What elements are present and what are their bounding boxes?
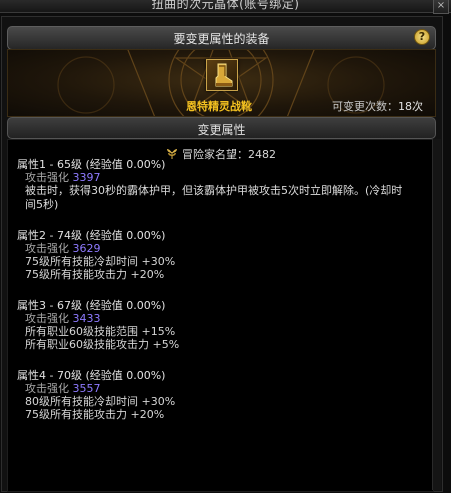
attack-value: 3433 [72,312,101,325]
attribute-line: 所有职业60级技能攻击力 +5% [25,338,180,351]
attack-value: 3397 [72,171,101,184]
attack-row: 攻击强化 3433 [17,312,417,325]
attribute-line: 被击时，获得30秒的霸体护甲，但该霸体护甲被攻击5次时立即解除。(冷却时间5秒) [25,184,403,211]
attribute-line: 所有职业60级技能范围 +15% [25,325,176,338]
attack-row: 攻击强化 3557 [17,382,417,395]
change-count-value: 18次 [398,100,423,113]
attribute-block-3: 属性3 - 67级 (经验值 0.00%) 攻击强化 3433 所有职业60级技… [17,299,417,351]
content-scrollbar[interactable] [432,139,441,490]
attribute-block-4: 属性4 - 70级 (经验值 0.00%) 攻击强化 3557 80级所有技能冷… [17,369,417,421]
attack-row: 攻击强化 3629 [17,242,417,255]
attribute-block-2: 属性2 - 74级 (经验值 0.00%) 攻击强化 3629 75级所有技能冷… [17,229,417,281]
attribute-block-1: 属性1 - 65级 (经验值 0.00%) 攻击强化 3397 被击时，获得30… [17,158,417,212]
attack-value: 3557 [72,382,101,395]
boots-icon[interactable] [206,59,238,91]
attack-value: 3629 [72,242,101,255]
attack-label: 攻击强化 [25,171,69,184]
attack-label: 攻击强化 [25,382,69,395]
change-count: 可变更次数：18次 [332,98,423,114]
attribute-line: 75级所有技能攻击力 +20% [25,408,165,421]
change-count-label: 可变更次数： [332,100,398,113]
window-titlebar: 扭曲的次元晶体(账号绑定) × [0,0,451,14]
attribute-line: 75级所有技能冷却时间 +30% [25,255,176,268]
item-name: 恩特精灵战靴 [186,100,252,113]
close-button[interactable]: × [433,0,449,14]
attack-label: 攻击强化 [25,312,69,325]
attribute-line: 80级所有技能冷却时间 +30% [25,395,176,408]
attributes-header-bar[interactable]: 变更属性 [7,117,436,139]
attribute-title: 属性1 - 65级 (经验值 0.00%) [17,158,166,171]
attribute-title: 属性4 - 70级 (经验值 0.00%) [17,369,166,382]
attack-row: 攻击强化 3397 [17,171,417,184]
window-title: 扭曲的次元晶体(账号绑定) [151,0,300,11]
attribute-line: 75级所有技能攻击力 +20% [25,268,165,281]
attributes-header-label: 变更属性 [197,123,246,137]
attribute-title: 属性3 - 67级 (经验值 0.00%) [17,299,166,312]
equipment-header-bar: 要变更属性的装备 ? [7,26,436,50]
help-icon[interactable]: ? [414,29,430,45]
equipment-panel: 恩特精灵战靴 可变更次数：18次 [7,49,436,117]
attribute-title: 属性2 - 74级 (经验值 0.00%) [17,229,166,242]
attack-label: 攻击强化 [25,242,69,255]
equipment-header-label: 要变更属性的装备 [173,32,270,46]
